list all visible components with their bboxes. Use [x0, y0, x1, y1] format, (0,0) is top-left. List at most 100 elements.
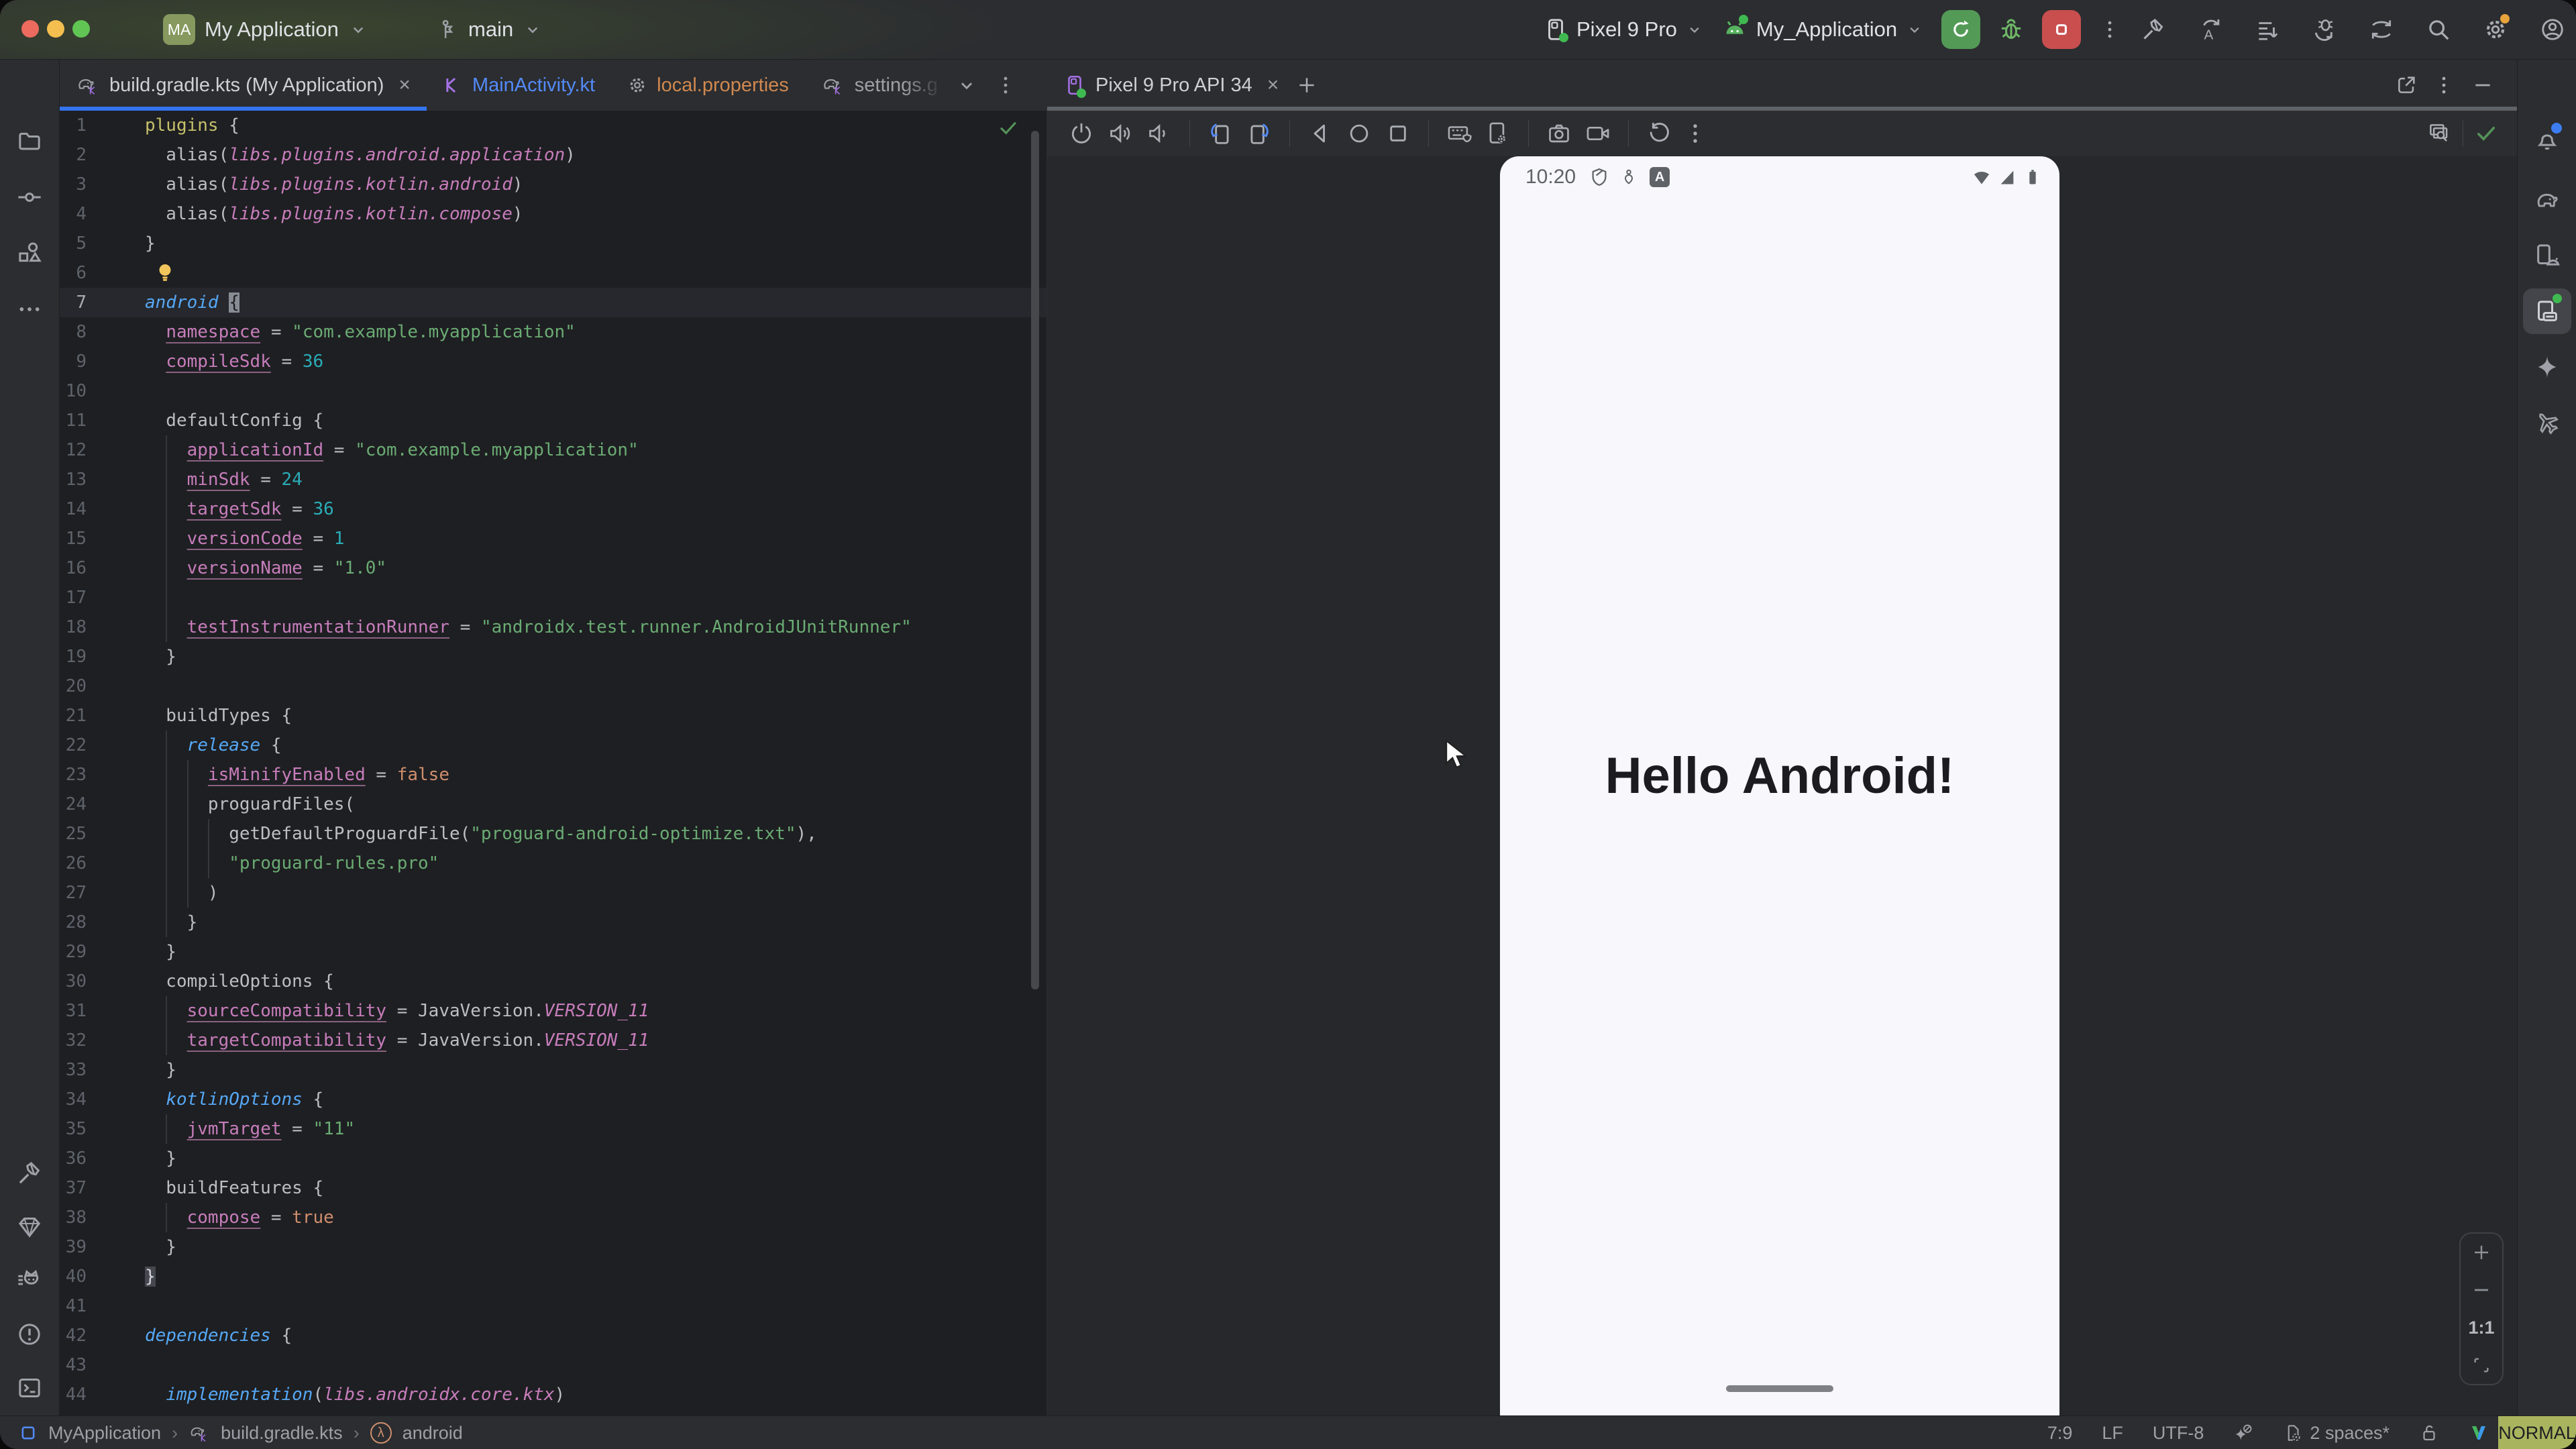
code-line[interactable]: 31 sourceCompatibility = JavaVersion.VER…	[60, 996, 1046, 1026]
project-tool-icon[interactable]	[16, 128, 43, 155]
power-button-icon[interactable]	[1069, 121, 1094, 146]
code-line[interactable]: 30 compileOptions {	[60, 967, 1046, 996]
gradle-tool-icon[interactable]	[2534, 186, 2561, 213]
hide-panel-icon[interactable]	[2471, 74, 2494, 97]
window-minimize-button[interactable]	[47, 20, 64, 38]
window-close-button[interactable]	[21, 20, 39, 38]
code-line[interactable]: 41	[60, 1291, 1046, 1321]
vcs-branch-widget[interactable]: main	[436, 0, 543, 59]
code-line[interactable]: 29 }	[60, 937, 1046, 967]
code-line[interactable]: 21 buildTypes {	[60, 701, 1046, 731]
settings-button[interactable]	[2483, 17, 2508, 42]
gemini-tool-icon[interactable]	[16, 1214, 43, 1240]
code-line[interactable]: 2 alias(libs.plugins.android.application…	[60, 140, 1046, 170]
code-line[interactable]: 15 versionCode = 1	[60, 524, 1046, 553]
code-line[interactable]: 25 getDefaultProguardFile("proguard-andr…	[60, 819, 1046, 849]
tab-build-gradle[interactable]: build.gradle.kts (My Application) ×	[60, 60, 427, 111]
code-line[interactable]: 10	[60, 376, 1046, 406]
code-line[interactable]: 43	[60, 1350, 1046, 1380]
code-line[interactable]: 20	[60, 672, 1046, 701]
breadcrumb-file[interactable]: build.gradle.kts	[221, 1423, 343, 1444]
apply-code-changes-button[interactable]	[2255, 17, 2280, 42]
code-line[interactable]: 27 )	[60, 878, 1046, 908]
intention-bulb-icon[interactable]	[154, 261, 176, 284]
code-line[interactable]: 5}	[60, 229, 1046, 258]
app-insights-plane-icon[interactable]	[2534, 409, 2561, 436]
code-line[interactable]: 34 kotlinOptions {	[60, 1085, 1046, 1114]
code-line[interactable]: 4 alias(libs.plugins.kotlin.compose)	[60, 199, 1046, 229]
code-line[interactable]: 40}	[60, 1262, 1046, 1291]
code-line[interactable]: 36 }	[60, 1144, 1046, 1173]
panel-options-kebab-icon[interactable]	[2432, 74, 2455, 97]
logcat-tool-icon[interactable]	[16, 1267, 43, 1294]
unlock-icon[interactable]	[2419, 1423, 2439, 1443]
close-icon[interactable]: ×	[398, 74, 411, 97]
stop-button[interactable]	[2042, 10, 2081, 49]
run-more-options-button[interactable]	[2098, 18, 2121, 41]
code-line[interactable]: 22 release {	[60, 731, 1046, 760]
build-tool-icon[interactable]	[16, 1160, 43, 1187]
device-settings-icon[interactable]	[1485, 121, 1511, 146]
reset-view-icon[interactable]	[1646, 121, 1672, 146]
inspections-ok-check-icon[interactable]	[998, 117, 1019, 139]
code-line[interactable]: 16 versionName = "1.0"	[60, 553, 1046, 583]
code-line[interactable]: 14 targetSdk = 36	[60, 494, 1046, 524]
rotate-left-icon[interactable]	[1208, 121, 1233, 146]
profile-button[interactable]	[2540, 17, 2565, 42]
window-zoom-button[interactable]	[72, 20, 90, 38]
code-line[interactable]: 37 buildFeatures {	[60, 1173, 1046, 1203]
tab-mainactivity[interactable]: MainActivity.kt	[427, 60, 611, 111]
apply-changes-button[interactable]	[2198, 17, 2223, 42]
debug-button[interactable]	[1998, 16, 2025, 43]
code-line[interactable]: 33 }	[60, 1055, 1046, 1085]
code-line[interactable]: 42dependencies {	[60, 1321, 1046, 1350]
notifications-icon[interactable]	[2534, 125, 2561, 152]
screen-record-icon[interactable]	[1585, 121, 1611, 146]
attach-debugger-button[interactable]	[2312, 17, 2337, 42]
volume-up-icon[interactable]	[1108, 121, 1133, 146]
code-line[interactable]: 12 applicationId = "com.example.myapplic…	[60, 435, 1046, 465]
commit-tool-icon[interactable]	[16, 184, 43, 211]
volume-down-icon[interactable]	[1146, 121, 1172, 146]
assistant-sparkle-icon[interactable]	[2534, 354, 2561, 380]
code-line[interactable]: 26 "proguard-rules.pro"	[60, 849, 1046, 878]
tab-options-kebab-icon[interactable]	[994, 74, 1017, 97]
code-line[interactable]: 11 defaultConfig {	[60, 406, 1046, 435]
code-line[interactable]: 35 jvmTarget = "11"	[60, 1114, 1046, 1144]
tab-local-properties[interactable]: local.properties	[611, 60, 805, 111]
code-line[interactable]: 32 targetCompatibility = JavaVersion.VER…	[60, 1026, 1046, 1055]
emulator-screen[interactable]: 10:20 A Hello Android!	[1500, 156, 2059, 1415]
zoom-out-icon[interactable]	[2471, 1279, 2492, 1301]
code-line[interactable]: 13 minSdk = 24	[60, 465, 1046, 494]
resource-manager-icon[interactable]	[16, 239, 43, 266]
add-device-tab-icon[interactable]	[1295, 74, 1318, 97]
code-line[interactable]: 28 }	[60, 908, 1046, 937]
code-editor[interactable]: 1plugins {2 alias(libs.plugins.android.a…	[60, 111, 1046, 1415]
code-line[interactable]: 19 }	[60, 642, 1046, 672]
more-tool-windows-icon[interactable]	[16, 296, 43, 323]
layout-inspector-icon[interactable]	[2426, 121, 2452, 146]
ui-check-icon[interactable]	[2474, 121, 2498, 146]
hidden-tabs-chevron-icon[interactable]	[955, 74, 978, 97]
device-manager-icon[interactable]	[2534, 241, 2561, 268]
line-ending[interactable]: LF	[2102, 1423, 2123, 1444]
close-icon[interactable]: ×	[1267, 74, 1279, 97]
device-tab[interactable]: Pixel 9 Pro API 34 ×	[1047, 60, 2517, 111]
open-in-window-icon[interactable]	[2395, 74, 2418, 97]
search-everywhere-button[interactable]	[2426, 17, 2451, 42]
hardware-input-icon[interactable]	[1446, 121, 1472, 146]
running-devices-tool-button[interactable]	[2523, 288, 2571, 334]
code-line[interactable]: 38 compose = true	[60, 1203, 1046, 1232]
screenshot-camera-icon[interactable]	[1546, 121, 1572, 146]
run-configuration-selector[interactable]: My_Application	[1721, 0, 1924, 59]
code-line[interactable]: 44 implementation(libs.androidx.core.ktx…	[60, 1380, 1046, 1409]
code-line[interactable]: 24 proguardFiles(	[60, 790, 1046, 819]
sync-gradle-button[interactable]	[2369, 17, 2394, 42]
breadcrumb-element[interactable]: android	[402, 1423, 463, 1444]
code-line[interactable]: 9 compileSdk = 36	[60, 347, 1046, 376]
toolbar-kebab-icon[interactable]	[1682, 121, 1708, 146]
code-line[interactable]: 23 isMinifyEnabled = false	[60, 760, 1046, 790]
ai-assist-off-icon[interactable]	[2233, 1423, 2253, 1443]
terminal-tool-icon[interactable]	[16, 1375, 43, 1401]
code-line[interactable]: 1plugins {	[60, 111, 1046, 140]
